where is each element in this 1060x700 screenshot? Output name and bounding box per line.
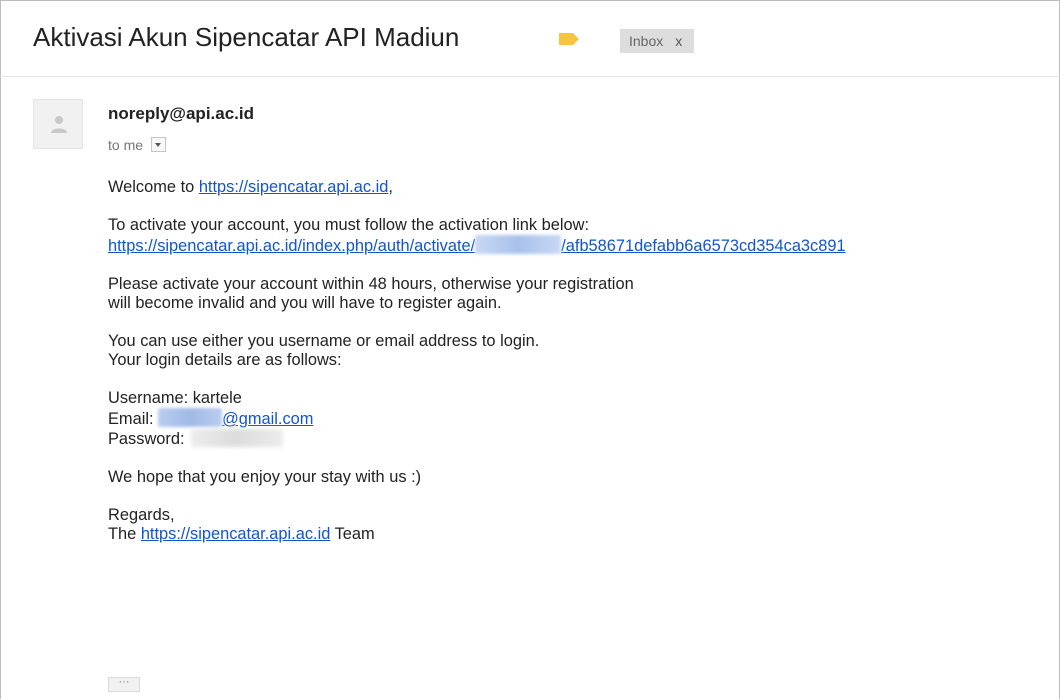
show-trimmed-content-button[interactable]: ··· [108, 677, 140, 692]
team-prefix: The [108, 525, 137, 543]
username-line: Username: kartele [108, 389, 242, 407]
enjoy-text: We hope that you enjoy your stay with us… [108, 468, 422, 486]
login-line-2: Your login details are as follows: [108, 351, 342, 369]
validity-paragraph: Please activate your account within 48 h… [108, 275, 1048, 313]
welcome-link[interactable]: https://sipencatar.api.ac.id [199, 178, 389, 196]
validity-line-2: will become invalid and you will have to… [108, 294, 502, 312]
person-icon [51, 116, 67, 133]
inbox-label-text: Inbox [629, 33, 664, 49]
login-paragraph: You can use either you username or email… [108, 332, 1048, 370]
regards-text: Regards, [108, 506, 175, 524]
activation-link-start: https://sipencatar.api.ac.id/index.php/a… [108, 237, 476, 255]
enjoy-paragraph: We hope that you enjoy your stay with us… [108, 468, 1048, 487]
show-details-dropdown-icon[interactable] [150, 137, 166, 152]
recipient-text: to me [108, 137, 144, 153]
sender-address[interactable]: noreply@api.ac.id [108, 104, 254, 124]
welcome-paragraph: Welcome to https://sipencatar.api.ac.id, [108, 178, 1048, 197]
activation-instruction: To activate your account, you must follo… [108, 216, 590, 234]
login-line-1: You can use either you username or email… [108, 332, 540, 350]
email-body: Welcome to https://sipencatar.api.ac.id,… [108, 178, 1048, 563]
activation-link[interactable]: https://sipencatar.api.ac.id/index.php/a… [108, 235, 846, 255]
email-header: Aktivasi Akun Sipencatar API Madiun Inbo… [0, 0, 1060, 77]
password-label: Password: [108, 430, 185, 448]
redacted-email-user [158, 408, 223, 427]
activation-link-hash: /afb58671defabb6a6573cd354ca3c891 [561, 237, 846, 255]
team-suffix: Team [334, 525, 375, 543]
credentials-paragraph: Username: kartele Email: @gmail.com Passwo… [108, 389, 1048, 449]
activation-paragraph: To activate your account, you must follo… [108, 216, 1048, 256]
validity-line-1: Please activate your account within 48 h… [108, 275, 634, 293]
redacted-user-id [475, 235, 562, 254]
sender-avatar[interactable] [33, 99, 83, 149]
user-email-link[interactable]: @gmail.com [158, 408, 314, 428]
email-label: Email: [108, 410, 154, 428]
email-domain: @gmail.com [222, 410, 314, 428]
important-label-icon[interactable] [558, 32, 580, 46]
redacted-password [190, 429, 283, 447]
welcome-text: Welcome to [108, 178, 195, 196]
recipient-line: to me [108, 137, 166, 153]
remove-label-button[interactable]: x [675, 33, 682, 49]
email-subject: Aktivasi Akun Sipencatar API Madiun [33, 22, 460, 52]
welcome-comma: , [388, 178, 393, 196]
signature-paragraph: Regards, The https://sipencatar.api.ac.id… [108, 506, 1048, 544]
inbox-label-tag: Inbox x [620, 29, 695, 53]
team-link[interactable]: https://sipencatar.api.ac.id [141, 525, 331, 543]
